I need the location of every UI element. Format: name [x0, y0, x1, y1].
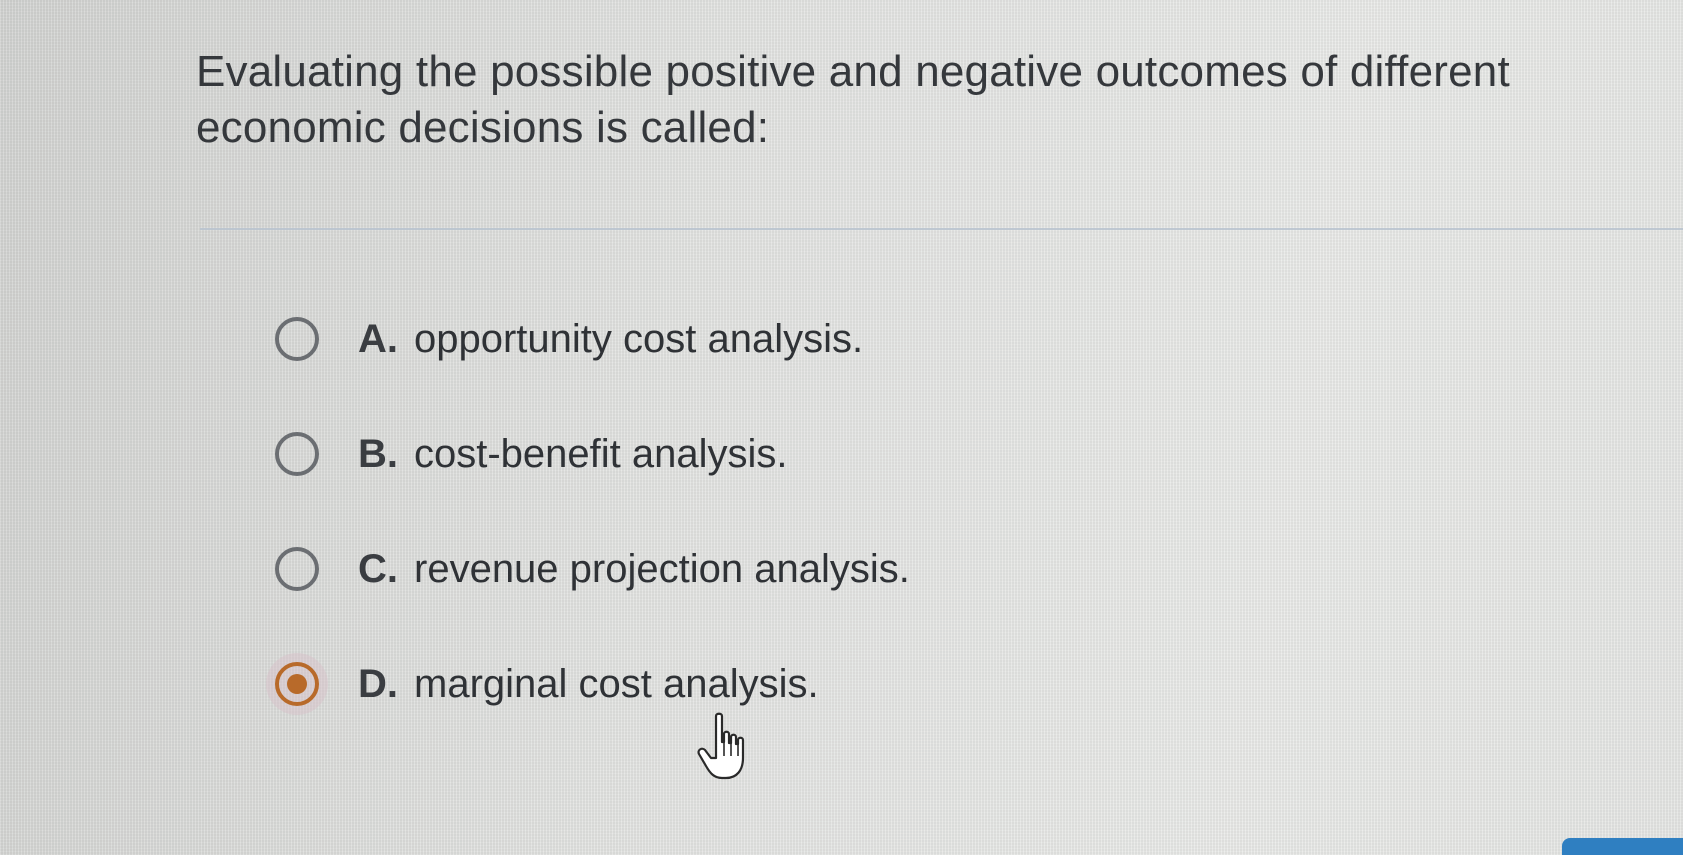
answer-options: A. opportunity cost analysis. B. cost-be…: [266, 308, 910, 768]
hand-pointer-icon: [697, 712, 745, 780]
option-letter: D.: [358, 661, 398, 706]
option-c[interactable]: C. revenue projection analysis.: [266, 538, 910, 600]
radio-circle-icon: [275, 547, 319, 591]
radio-selected-icon: [275, 662, 319, 706]
divider: [200, 228, 1683, 230]
question-text: Evaluating the possible positive and neg…: [196, 47, 1510, 152]
option-d[interactable]: D. marginal cost analysis.: [266, 653, 910, 715]
radio-circle-icon: [275, 317, 319, 361]
radio-button-b[interactable]: [266, 423, 328, 485]
option-a[interactable]: A. opportunity cost analysis.: [266, 308, 910, 370]
option-b[interactable]: B. cost-benefit analysis.: [266, 423, 910, 485]
radio-button-d[interactable]: [266, 653, 328, 715]
radio-button-c[interactable]: [266, 538, 328, 600]
radio-button-a[interactable]: [266, 308, 328, 370]
next-button-edge[interactable]: [1562, 838, 1683, 855]
option-letter: B.: [358, 431, 398, 476]
option-label: marginal cost analysis.: [414, 661, 819, 706]
option-letter: C.: [358, 546, 398, 591]
option-label: cost-benefit analysis.: [414, 431, 788, 476]
radio-circle-icon: [275, 432, 319, 476]
option-label: revenue projection analysis.: [414, 546, 910, 591]
radio-dot-icon: [287, 674, 307, 694]
option-label: opportunity cost analysis.: [414, 316, 864, 361]
option-letter: A.: [358, 316, 398, 361]
